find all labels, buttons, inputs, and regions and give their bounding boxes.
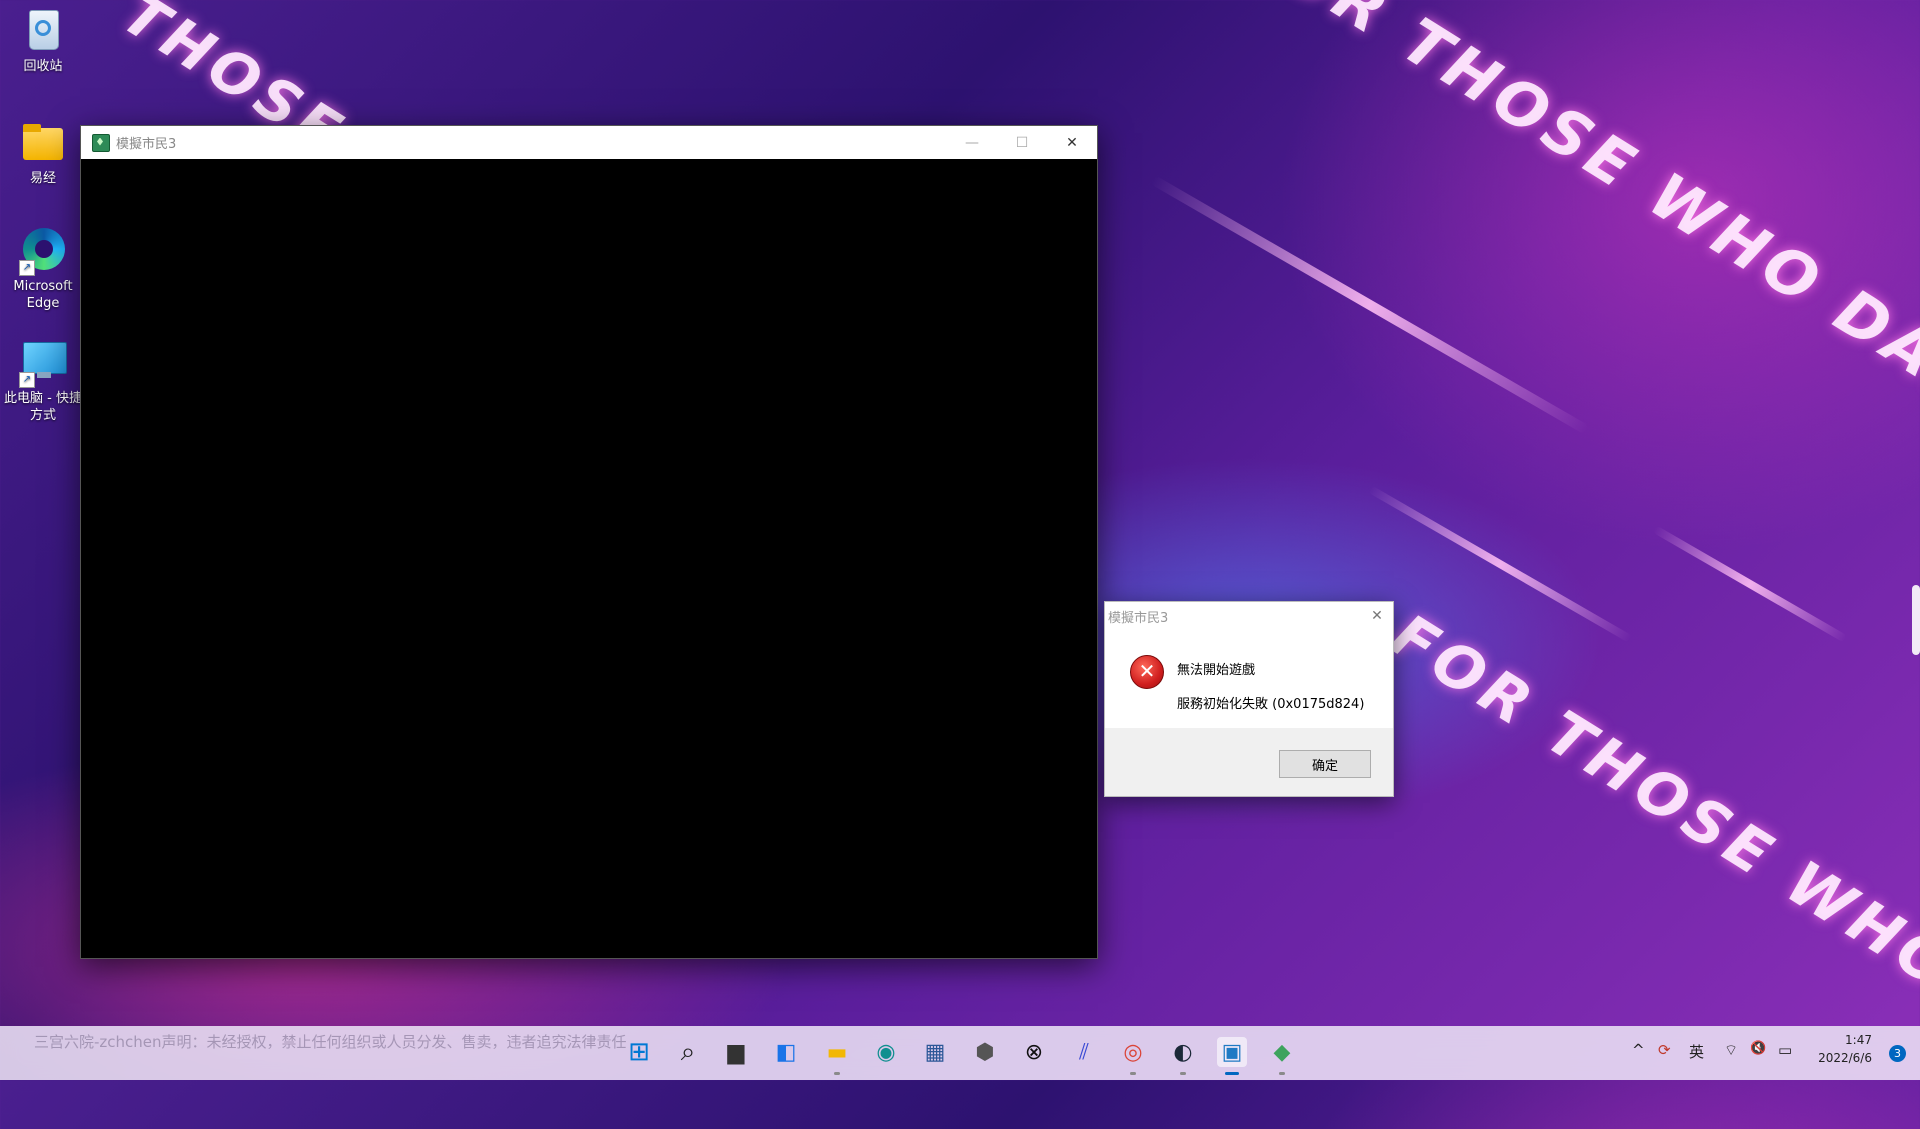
game-window-title: 模擬市民3 [116,137,177,152]
game-window-titlebar[interactable]: 模擬市民3 — ☐ ✕ [81,126,1097,159]
taskbar: 三宫六院-zchchen声明：未经授权，禁止任何组织或人员分发、售卖，违者追究法… [0,1026,1920,1080]
file-explorer-icon[interactable]: ▬ [822,1037,852,1075]
search-icon[interactable]: ⌕ [673,1037,703,1067]
close-button[interactable]: ✕ [1047,126,1097,159]
desktop-icon-label: Microsoft Edge [13,279,73,311]
widgets-icon[interactable]: ◧ [771,1037,801,1067]
tray-overflow-chevron-icon[interactable]: ^ [1632,1041,1645,1059]
notification-badge[interactable]: 3 [1889,1045,1906,1062]
desktop-icon-label: 易经 [29,171,56,186]
desktop-icon-label: 回收站 [23,59,63,74]
watermark-notice: 三宫六院-zchchen声明：未经授权，禁止任何组织或人员分发、售卖，违者追究法… [34,1033,627,1051]
desktop-icon-recycle-bin[interactable]: 回收站 [0,6,86,75]
dialog-title: 模擬市民3 [1108,610,1169,626]
clock-date: 2022/6/6 [1818,1051,1872,1065]
ime-indicator[interactable]: 英 [1689,1041,1704,1062]
folder-icon [19,118,67,166]
sims3-running-icon[interactable]: ▣ [1217,1037,1247,1075]
wallpaper-slogan: FOR THOSE WHO DARE [1230,0,1920,450]
error-icon: ✕ [1130,655,1164,689]
dialog-titlebar[interactable]: 模擬市民3 ✕ [1105,602,1393,630]
desktop-icon-this-pc[interactable]: ↗ 此电脑 - 快捷方式 [0,338,86,424]
chrome-icon[interactable]: ◎ [1118,1037,1148,1075]
cube-app-icon[interactable]: ⬢ [970,1037,1000,1067]
wallpaper-stripe [1150,175,1590,435]
app-blue-icon[interactable]: ⫽ [1069,1037,1099,1067]
dialog-message-secondary: 服務初始化失敗 (0x0175d824) [1177,697,1365,712]
desktop-icon-edge[interactable]: ↗ Microsoft Edge [0,226,86,312]
sync-icon[interactable]: ⟳ [1658,1041,1671,1059]
game-viewport[interactable] [81,159,1097,958]
minimize-button[interactable]: — [947,126,997,159]
desktop-icon-label: 此电脑 - 快捷方式 [4,391,82,423]
wallpaper-stripe [1652,525,1848,643]
edge-icon[interactable]: ◉ [871,1037,901,1067]
sims3-app-icon [92,133,110,152]
ok-button[interactable]: 确定 [1279,750,1371,778]
dialog-message-primary: 無法開始遊戲 [1177,663,1256,678]
recycle-bin-icon [19,6,67,54]
start-icon[interactable]: ⊞ [624,1037,654,1067]
clock[interactable]: 1:47 2022/6/6 [1818,1031,1872,1067]
sims3-launcher-icon[interactable]: ◆ [1267,1037,1297,1075]
clock-time: 1:47 [1845,1033,1872,1047]
game-window[interactable]: 模擬市民3 — ☐ ✕ [80,125,1098,959]
error-dialog[interactable]: 模擬市民3 ✕ ✕ 無法開始遊戲 服務初始化失敗 (0x0175d824) 确定 [1104,601,1394,797]
battery-icon[interactable]: ▭ [1778,1041,1792,1059]
desktop-icon-folder[interactable]: 易经 [0,118,86,187]
dialog-close-button[interactable]: ✕ [1367,606,1387,626]
task-view-icon[interactable]: ▆ [721,1037,751,1067]
dialog-footer: 确定 [1105,728,1393,796]
xbox-icon[interactable]: ⊗ [1019,1037,1049,1067]
edge-scroll-hint [1912,585,1920,655]
maximize-button[interactable]: ☐ [997,126,1047,159]
wifi-icon[interactable]: ⌔ [1724,1041,1738,1060]
store-icon[interactable]: ▦ [920,1037,950,1067]
edge-icon: ↗ [19,226,67,276]
dialog-body: ✕ 無法開始遊戲 服務初始化失敗 (0x0175d824) [1105,630,1393,726]
steam-icon[interactable]: ◐ [1168,1037,1198,1075]
volume-muted-icon[interactable]: 🔇 [1750,1041,1766,1056]
monitor-icon: ↗ [19,338,67,388]
